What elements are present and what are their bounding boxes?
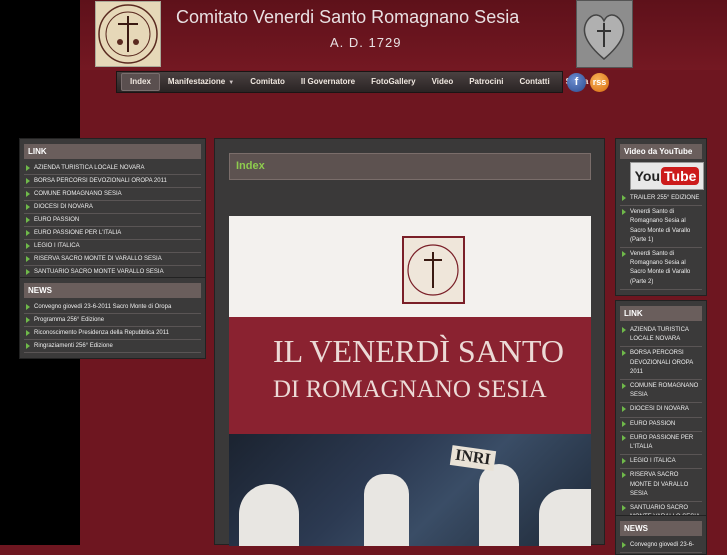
- link-item[interactable]: COMUNE ROMAGNANO SESIA: [24, 188, 201, 201]
- right-video-box: Video da YouTube You Tube TRAILER 255° E…: [615, 138, 707, 296]
- white-cloth-shape: [364, 474, 409, 546]
- site-subtitle: A. D. 1729: [330, 35, 402, 50]
- video-item[interactable]: TRAILER 255° EDIZIONE: [620, 192, 702, 207]
- heart-emblem-logo: [576, 0, 633, 68]
- poster-procession-photo: [229, 434, 591, 546]
- rss-icon[interactable]: rss: [590, 73, 609, 92]
- nav-manifestazione[interactable]: Manifestazione ▼: [160, 74, 242, 90]
- link-item[interactable]: AZIENDA TURISTICA LOCALE NOVARA: [620, 324, 702, 348]
- news-item[interactable]: Ringraziamenti 256° Edizione: [24, 340, 201, 353]
- page-title[interactable]: Index: [236, 160, 265, 172]
- right-link-box: LINK AZIENDA TURISTICA LOCALE NOVARA BOR…: [615, 300, 707, 532]
- link-item[interactable]: DIOCESI DI NOVARA: [620, 403, 702, 418]
- video-item[interactable]: Venerdi Santo di Romagnano Sesia al Sacr…: [620, 206, 702, 249]
- nav-video[interactable]: Video: [424, 74, 462, 90]
- news-item[interactable]: Convegno giovedì 23-6-: [620, 539, 702, 554]
- white-cloth-shape: [239, 484, 299, 546]
- youtube-you-text: You: [634, 168, 660, 184]
- poster-crucifix-seal: [402, 236, 465, 304]
- site-title: Comitato Venerdi Santo Romagnano Sesia: [176, 7, 520, 27]
- link-item[interactable]: BORSA PERCORSI DEVOZIONALI OROPA 2011: [24, 175, 201, 188]
- nav-comitato[interactable]: Comitato: [242, 74, 293, 90]
- poster-title-line1: IL VENERDÌ SANTO: [273, 333, 564, 369]
- nav-index[interactable]: Index: [121, 73, 160, 91]
- left-link-heading: LINK: [24, 144, 201, 159]
- link-item[interactable]: RISERVA SACRO MONTE DI VARALLO SESIA: [620, 469, 702, 503]
- left-news-box: NEWS Convegno giovedì 23-6-2011 Sacro Mo…: [19, 277, 206, 359]
- chevron-down-icon: ▼: [228, 80, 235, 86]
- news-item[interactable]: Convegno giovedì 23-6-2011 Sacro Monte d…: [24, 301, 201, 314]
- crucifix-seal-logo[interactable]: [95, 1, 161, 67]
- left-news-heading: NEWS: [24, 283, 201, 298]
- link-item[interactable]: AZIENDA TURISTICA LOCALE NOVARA: [24, 162, 201, 175]
- nav-fotogallery[interactable]: FotoGallery: [363, 74, 423, 90]
- nav-patrocini[interactable]: Patrocini: [461, 74, 511, 90]
- youtube-tube-text: Tube: [661, 167, 700, 185]
- link-item[interactable]: EURO PASSIONE PER L'ITALIA: [620, 432, 702, 456]
- link-item[interactable]: EURO PASSION: [620, 418, 702, 432]
- main-navbar: Index Manifestazione ▼ Comitato Il Govern…: [116, 71, 588, 93]
- left-link-box: LINK AZIENDA TURISTICA LOCALE NOVARA BOR…: [19, 138, 206, 285]
- youtube-logo-icon[interactable]: You Tube: [630, 162, 704, 190]
- white-cloth-shape: [539, 489, 591, 546]
- poster-title-band: IL VENERDÌ SANTO DI ROMAGNANO SESIA: [229, 317, 591, 434]
- link-item[interactable]: EURO PASSIONE PER L'ITALIA: [24, 227, 201, 240]
- link-item[interactable]: EURO PASSION: [24, 214, 201, 227]
- link-item[interactable]: COMUNE ROMAGNANO SESIA: [620, 380, 702, 404]
- facebook-icon[interactable]: f: [567, 73, 586, 92]
- poster-title-line2: DI ROMAGNANO SESIA: [273, 376, 547, 403]
- right-link-heading: LINK: [620, 306, 702, 321]
- right-news-box: NEWS Convegno giovedì 23-6-: [615, 515, 707, 555]
- main-content-panel: Index IL VENERDÌ SANTO DI ROMAGNANO SESI…: [214, 138, 605, 546]
- main-header-bar: Index: [229, 153, 591, 180]
- news-item[interactable]: Riconoscimento Presidenza della Repubbli…: [24, 327, 201, 340]
- nav-governatore[interactable]: Il Governatore: [293, 74, 363, 90]
- video-item[interactable]: Venerdi Santo di Romagnano Sesia al Sacr…: [620, 248, 702, 290]
- nav-manifestazione-label: Manifestazione: [167, 77, 226, 86]
- link-item[interactable]: BORSA PERCORSI DEVOZIONALI OROPA 2011: [620, 347, 702, 381]
- right-news-heading: NEWS: [620, 521, 702, 536]
- link-item[interactable]: RISERVA SACRO MONTE DI VARALLO SESIA: [24, 253, 201, 266]
- link-item[interactable]: LEGIO I ITALICA: [620, 455, 702, 470]
- video-heading: Video da YouTube: [620, 144, 702, 159]
- nav-contatti[interactable]: Contatti: [511, 74, 557, 90]
- link-item[interactable]: DIOCESI DI NOVARA: [24, 201, 201, 214]
- event-poster-image: IL VENERDÌ SANTO DI ROMAGNANO SESIA INRI: [229, 216, 591, 546]
- news-item[interactable]: Programma 256° Edizione: [24, 314, 201, 327]
- link-item[interactable]: LEGIO I ITALICA: [24, 240, 201, 253]
- white-cloth-shape: [479, 464, 519, 546]
